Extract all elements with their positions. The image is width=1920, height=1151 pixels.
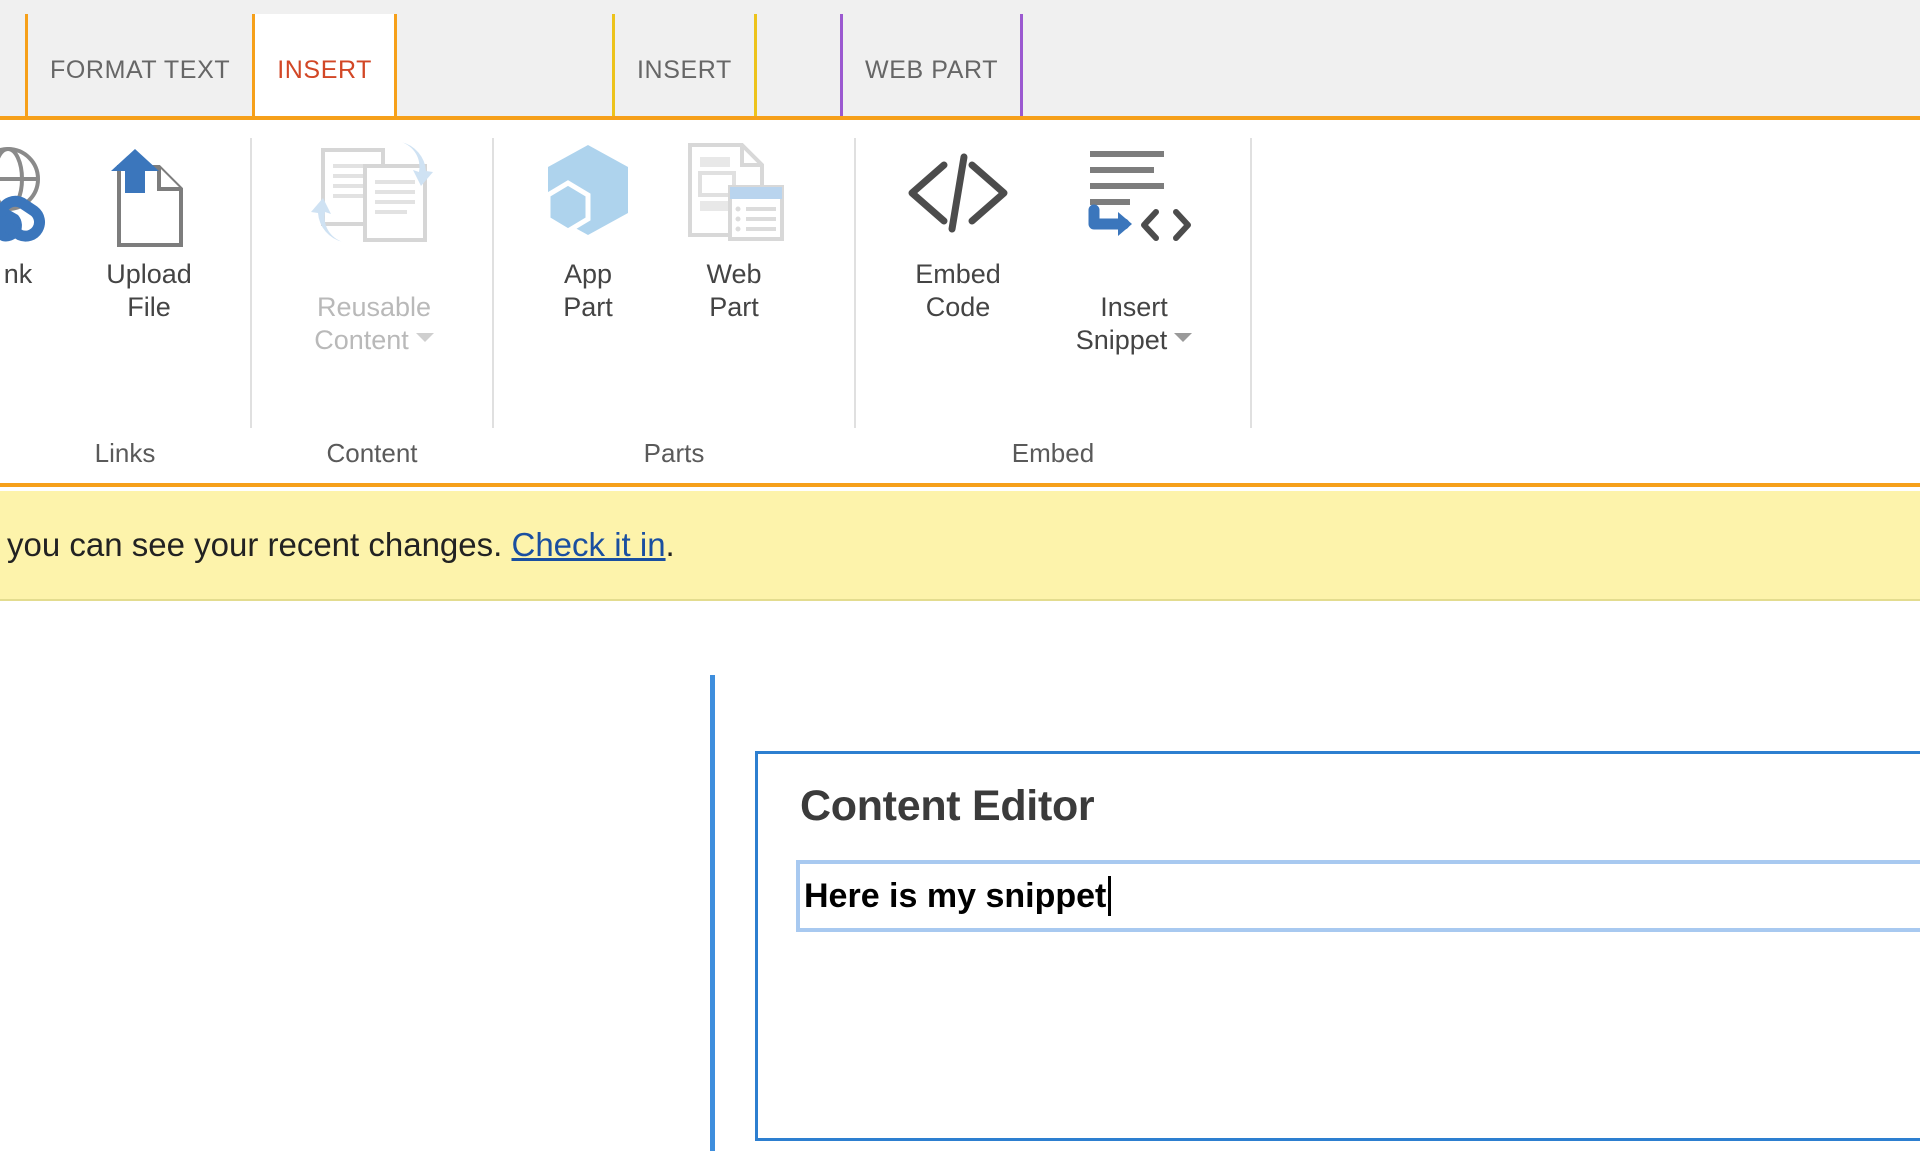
chevron-down-icon[interactable] bbox=[415, 333, 434, 343]
ribbon-group-links: nk Upload File Links bbox=[0, 120, 250, 483]
ribbon-body: nk Upload File Links Reusable Content Co… bbox=[0, 116, 1920, 487]
reusable-content-button-label: Reusable Content bbox=[314, 292, 432, 355]
tab-insert-active[interactable]: INSERT bbox=[252, 14, 395, 116]
tab-web-part[interactable]: WEB PART bbox=[843, 14, 1021, 116]
insert-snippet-icon bbox=[1064, 134, 1204, 252]
snippet-editable-field[interactable]: Here is my snippet bbox=[796, 860, 1920, 932]
embed-code-button[interactable]: Embed Code bbox=[868, 134, 1048, 324]
ribbon-tabs-strip: FORMAT TEXT INSERT INSERT WEB PART bbox=[0, 0, 1920, 116]
notification-message-text: ly you can see your recent changes. bbox=[0, 526, 512, 563]
ribbon-group-links-label: Links bbox=[94, 438, 156, 468]
ribbon-group-embed-label: Embed bbox=[1011, 438, 1095, 468]
app-part-icon bbox=[530, 134, 646, 252]
web-part-zone-left-border bbox=[710, 675, 715, 1151]
ribbon-group-content: Reusable Content Content bbox=[252, 120, 492, 483]
tab-group-web-part-tools: WEB PART bbox=[840, 14, 1024, 116]
upload-file-button-label: Upload File bbox=[106, 259, 192, 322]
check-it-in-link[interactable]: Check it in bbox=[511, 526, 665, 563]
tab-format-text[interactable]: FORMAT TEXT bbox=[28, 14, 253, 116]
ribbon-group-divider bbox=[1250, 138, 1252, 428]
insert-snippet-button[interactable]: Insert Snippet bbox=[1034, 134, 1234, 357]
content-editor-web-part[interactable]: Content Editor Here is my snippet bbox=[755, 751, 1920, 1141]
notification-message-suffix: . bbox=[665, 526, 675, 563]
app-part-button-label: App Part bbox=[563, 259, 613, 322]
hyperlink-icon bbox=[0, 134, 72, 252]
tab-insert-secondary[interactable]: INSERT bbox=[615, 14, 754, 116]
snippet-text: Here is my snippet bbox=[804, 876, 1107, 915]
tab-format-text-label: FORMAT TEXT bbox=[50, 55, 231, 84]
tab-web-part-label: WEB PART bbox=[865, 55, 999, 84]
page-canvas: Content Editor Here is my snippet bbox=[0, 603, 1920, 1151]
app-part-button[interactable]: App Part bbox=[508, 134, 668, 324]
notification-message: ly you can see your recent changes. Chec… bbox=[0, 526, 675, 564]
embed-code-button-label: Embed Code bbox=[915, 259, 1001, 322]
tab-insert-secondary-label: INSERT bbox=[637, 55, 732, 84]
insert-snippet-button-label: Insert Snippet bbox=[1075, 292, 1168, 355]
reusable-content-icon bbox=[309, 134, 439, 252]
web-part-button-label: Web Part bbox=[706, 259, 762, 322]
web-part-button[interactable]: Web Part bbox=[654, 134, 814, 324]
reusable-content-button[interactable]: Reusable Content bbox=[284, 134, 464, 357]
tab-group-insert-contextual: INSERT bbox=[612, 14, 757, 116]
chevron-down-icon[interactable] bbox=[1174, 333, 1193, 343]
ribbon-group-embed: Embed Code Insert Snippet Embed bbox=[856, 120, 1250, 483]
text-cursor-caret bbox=[1108, 876, 1112, 916]
content-editor-title: Content Editor bbox=[800, 782, 1095, 830]
upload-file-button[interactable]: Upload File bbox=[74, 134, 224, 324]
ribbon-group-parts-label: Parts bbox=[643, 438, 705, 468]
tab-group-page-tools: FORMAT TEXT INSERT bbox=[25, 14, 398, 116]
ribbon-group-parts: App Part Web Part Parts bbox=[494, 120, 854, 483]
tab-insert-active-label: INSERT bbox=[277, 55, 373, 84]
link-button-label: nk bbox=[3, 259, 33, 289]
upload-file-icon bbox=[93, 134, 205, 252]
status-notification-bar: ly you can see your recent changes. Chec… bbox=[0, 491, 1920, 601]
embed-code-icon bbox=[900, 134, 1016, 252]
ribbon-group-content-label: Content bbox=[326, 438, 418, 468]
web-part-icon bbox=[674, 134, 794, 252]
